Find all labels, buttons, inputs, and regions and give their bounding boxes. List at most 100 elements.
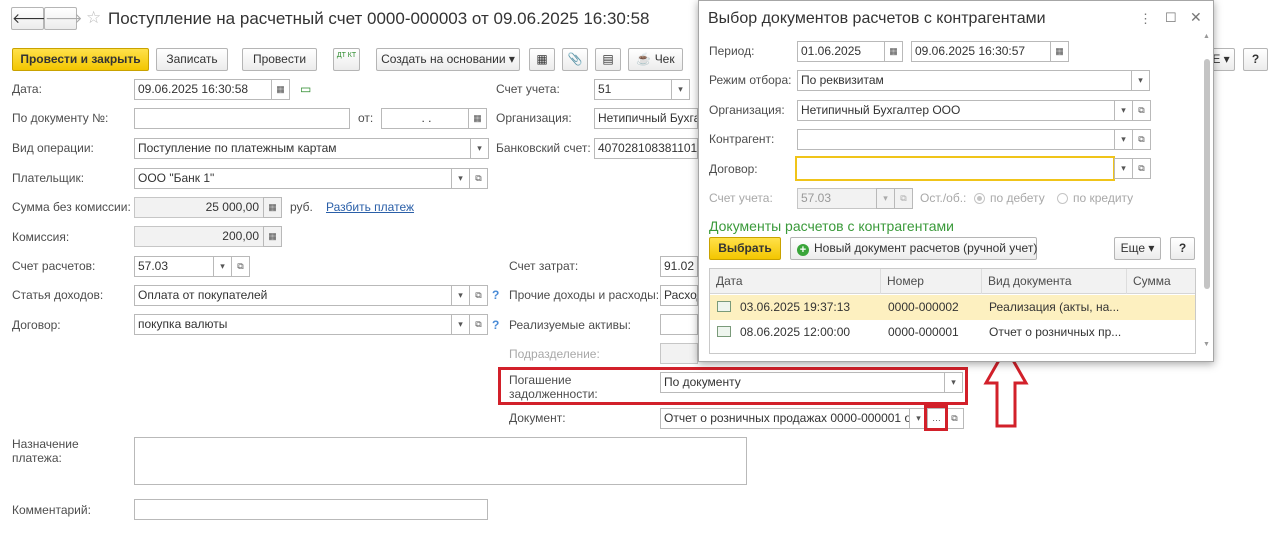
- credit-radio-label: по кредиту: [1073, 191, 1134, 205]
- cost-acc-field[interactable]: 91.02: [660, 256, 698, 277]
- dialog-org-field[interactable]: Нетипичный Бухгалтер ООО: [797, 100, 1115, 121]
- contract-label: Договор:: [12, 318, 61, 332]
- payer-label: Плательщик:: [12, 171, 85, 185]
- dialog-org-dropdown-icon[interactable]: ▾: [1114, 100, 1133, 121]
- purpose-field[interactable]: [134, 437, 747, 485]
- payer-field[interactable]: ООО "Банк 1": [134, 168, 452, 189]
- select-documents-dialog: Выбор документов расчетов с контрагентам…: [698, 0, 1214, 362]
- calendar-icon[interactable]: ▦: [271, 79, 290, 100]
- from-date-field[interactable]: . .: [381, 108, 469, 129]
- op-type-field[interactable]: Поступление по платежным картам: [134, 138, 471, 159]
- income-item-open-icon[interactable]: ⧉: [469, 285, 488, 306]
- org-field[interactable]: Нетипичный Бухга: [594, 108, 698, 129]
- op-type-dropdown-icon[interactable]: ▾: [470, 138, 489, 159]
- currency-label: руб.: [290, 200, 313, 214]
- row-kind: Отчет о розничных пр...: [989, 325, 1122, 339]
- dialog-contract-dropdown-icon[interactable]: ▾: [1114, 158, 1133, 179]
- col-number-header[interactable]: Номер: [881, 269, 982, 294]
- period-to-field[interactable]: 09.06.2025 16:30:57: [911, 41, 1051, 62]
- table-row[interactable]: 08.06.2025 12:00:00 0000-000001 Отчет о …: [710, 320, 1195, 345]
- structure-icon[interactable]: ▦: [529, 48, 555, 71]
- counterparty-field[interactable]: [797, 129, 1115, 150]
- commission-field[interactable]: 200,00: [134, 226, 264, 247]
- purpose-label: Назначение платежа:: [12, 437, 79, 465]
- create-based-button[interactable]: Создать на основании ▾: [376, 48, 520, 71]
- contract-open-icon[interactable]: ⧉: [469, 314, 488, 335]
- edit-date-icon[interactable]: ▭: [300, 82, 311, 96]
- new-doc-button[interactable]: + Новый документ расчетов (ручной учет): [790, 237, 1037, 260]
- col-date-header[interactable]: Дата: [710, 269, 881, 294]
- doc-no-field[interactable]: [134, 108, 350, 129]
- attach-icon[interactable]: 📎: [562, 48, 588, 71]
- period-label: Период:: [709, 44, 755, 58]
- credit-radio[interactable]: по кредиту: [1057, 191, 1133, 205]
- save-button[interactable]: Записать: [156, 48, 228, 71]
- receipt-icon: ☕: [636, 52, 652, 66]
- dialog-menu-icon[interactable]: ⋮: [1139, 11, 1152, 27]
- dialog-title: Выбор документов расчетов с контрагентам…: [708, 10, 1046, 27]
- contract-field[interactable]: покупка валюты: [134, 314, 452, 335]
- sum-label: Сумма без комиссии:: [12, 200, 131, 214]
- table-row[interactable]: 03.06.2025 19:37:13 0000-000002 Реализац…: [710, 295, 1195, 320]
- dialog-help-button[interactable]: ?: [1170, 237, 1195, 260]
- dialog-scrollbar[interactable]: ▲ ▼: [1203, 33, 1210, 353]
- favorite-star-icon[interactable]: ☆: [86, 8, 101, 28]
- period-from-field[interactable]: 01.06.2025: [797, 41, 885, 62]
- division-label: Подразделение:: [509, 347, 600, 361]
- print-icon[interactable]: ▤: [595, 48, 621, 71]
- col-kind-header[interactable]: Вид документа: [982, 269, 1127, 294]
- comment-field[interactable]: [134, 499, 488, 520]
- dialog-close-icon[interactable]: ✕: [1190, 9, 1202, 26]
- scrollbar-thumb[interactable]: [1204, 59, 1210, 289]
- scrollbar-down-arrow-icon[interactable]: ▼: [1203, 341, 1210, 348]
- split-payment-link[interactable]: Разбить платеж: [326, 200, 414, 214]
- contract-dropdown-icon[interactable]: ▾: [451, 314, 470, 335]
- select-button[interactable]: Выбрать: [709, 237, 781, 260]
- period-from-calendar-icon[interactable]: ▦: [884, 41, 903, 62]
- account-field[interactable]: 51: [594, 79, 672, 100]
- income-item-help-icon[interactable]: ?: [492, 288, 499, 302]
- row-date: 03.06.2025 19:37:13: [740, 300, 851, 314]
- scrollbar-up-arrow-icon[interactable]: ▲: [1203, 33, 1210, 40]
- select-highlight-box: [924, 405, 948, 431]
- mode-field[interactable]: По реквизитам: [797, 70, 1132, 91]
- post-close-button[interactable]: Провести и закрыть: [12, 48, 149, 71]
- sum-field[interactable]: 25 000,00: [134, 197, 264, 218]
- other-field[interactable]: Расход: [660, 285, 698, 306]
- col-sum-header[interactable]: Сумма: [1127, 269, 1195, 294]
- dialog-contract-field[interactable]: [795, 156, 1115, 181]
- assets-field[interactable]: [660, 314, 698, 335]
- account-dropdown-icon[interactable]: ▾: [671, 79, 690, 100]
- payer-dropdown-icon[interactable]: ▾: [451, 168, 470, 189]
- income-item-field[interactable]: Оплата от покупателей: [134, 285, 452, 306]
- bank-acc-field[interactable]: 40702810838110100: [594, 138, 698, 159]
- income-item-dropdown-icon[interactable]: ▾: [451, 285, 470, 306]
- date-field[interactable]: 09.06.2025 16:30:58: [134, 79, 272, 100]
- contract-help-icon[interactable]: ?: [492, 318, 499, 332]
- payer-open-icon[interactable]: ⧉: [469, 168, 488, 189]
- debit-radio[interactable]: по дебету: [974, 191, 1045, 205]
- mode-dropdown-icon[interactable]: ▾: [1131, 70, 1150, 91]
- dt-kt-button[interactable]: ДТ КТ: [333, 48, 360, 71]
- balance-label: Ост./об.:: [920, 191, 967, 205]
- receipt-button[interactable]: ☕ Чек: [628, 48, 683, 71]
- period-to-calendar-icon[interactable]: ▦: [1050, 41, 1069, 62]
- forward-button[interactable]: 🡒: [44, 7, 83, 30]
- from-calendar-icon[interactable]: ▦: [468, 108, 487, 129]
- document-field[interactable]: Отчет о розничных продажах 0000-000001 о…: [660, 408, 910, 429]
- counterparty-dropdown-icon[interactable]: ▾: [1114, 129, 1133, 150]
- dialog-org-open-icon[interactable]: ⧉: [1132, 100, 1151, 121]
- commission-calc-icon[interactable]: ▦: [263, 226, 282, 247]
- back-button[interactable]: 🡐: [11, 7, 50, 30]
- dialog-contract-open-icon[interactable]: ⧉: [1132, 158, 1151, 179]
- settle-acc-dropdown-icon[interactable]: ▾: [213, 256, 232, 277]
- help-button[interactable]: ?: [1243, 48, 1268, 71]
- settle-acc-field[interactable]: 57.03: [134, 256, 214, 277]
- counterparty-open-icon[interactable]: ⧉: [1132, 129, 1151, 150]
- document-posted-icon: [717, 301, 731, 312]
- settle-acc-open-icon[interactable]: ⧉: [231, 256, 250, 277]
- post-button[interactable]: Провести: [242, 48, 317, 71]
- dialog-more-button[interactable]: Еще ▾: [1114, 237, 1161, 260]
- dialog-maximize-icon[interactable]: ☐: [1165, 10, 1177, 26]
- sum-calc-icon[interactable]: ▦: [263, 197, 282, 218]
